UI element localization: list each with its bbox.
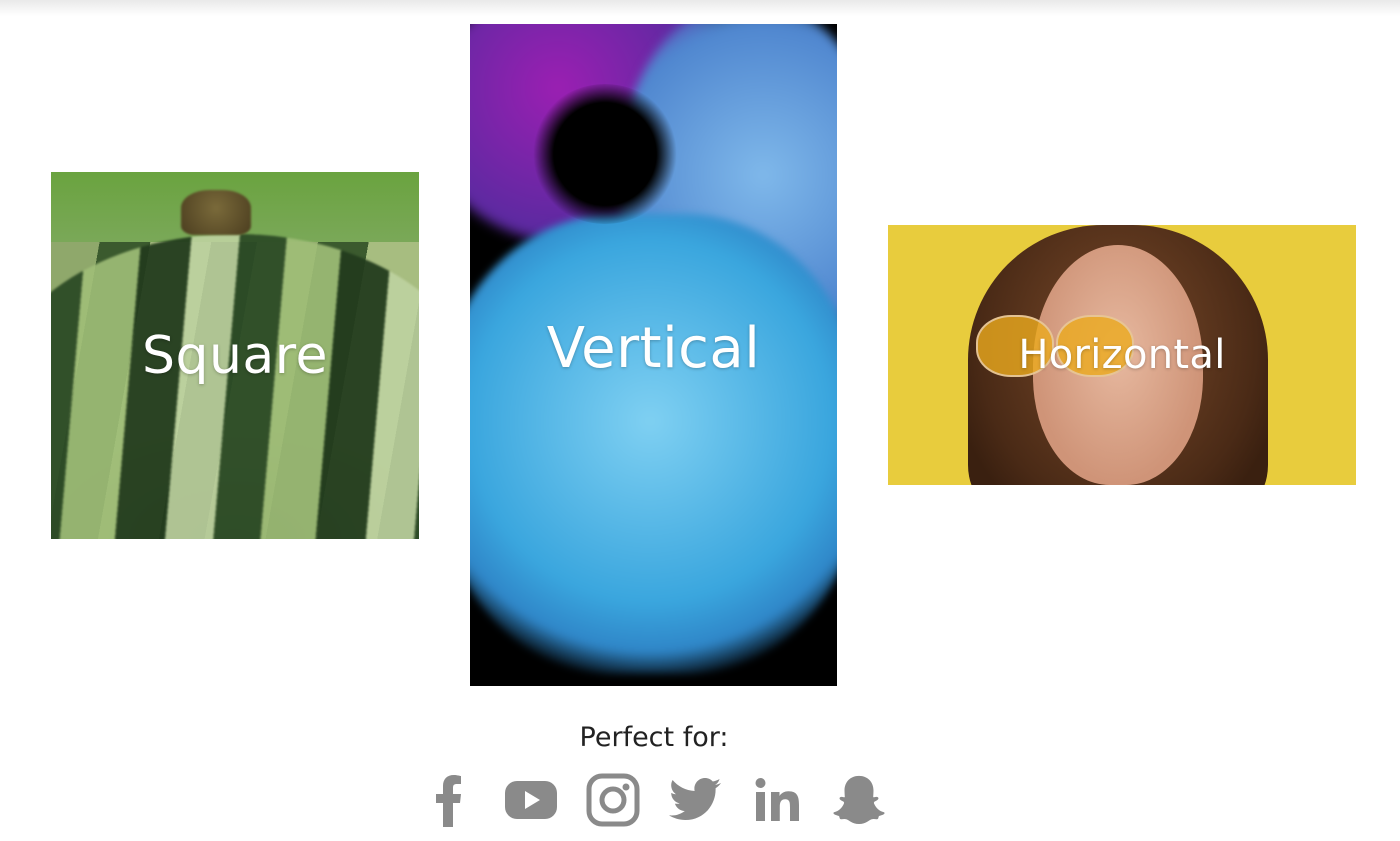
- horizontal-format-card[interactable]: Horizontal: [888, 225, 1356, 485]
- page: Square Vertical Horizontal Perfect for:: [0, 0, 1400, 841]
- snapchat-icon[interactable]: [831, 772, 887, 828]
- facebook-icon[interactable]: [421, 772, 477, 828]
- linkedin-icon[interactable]: [749, 772, 805, 828]
- blue-ink-cloud-main: [470, 214, 837, 674]
- dark-gap: [530, 84, 680, 224]
- social-icons-row: [0, 772, 1308, 828]
- square-label: Square: [141, 325, 329, 386]
- perfect-for-heading: Perfect for:: [579, 722, 729, 753]
- youtube-icon[interactable]: [503, 772, 559, 828]
- square-format-card[interactable]: Square: [51, 172, 419, 539]
- vertical-format-card[interactable]: Vertical: [470, 24, 837, 686]
- watermelon-stem: [181, 190, 251, 235]
- top-shadow: [0, 0, 1400, 16]
- twitter-icon[interactable]: [667, 772, 723, 828]
- horizontal-label: Horizontal: [1018, 332, 1226, 378]
- instagram-icon[interactable]: [585, 772, 641, 828]
- watermelon-image: [51, 234, 419, 539]
- vertical-label: Vertical: [546, 315, 761, 381]
